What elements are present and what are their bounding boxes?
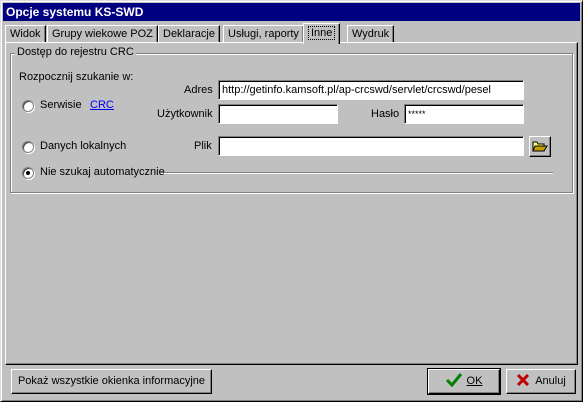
group-title: Dostęp do rejestru CRC [15, 46, 136, 58]
tab-label: Widok [10, 28, 41, 40]
tab-label: Deklaracje [163, 28, 215, 40]
file-label: Plik [194, 140, 212, 152]
browse-file-button[interactable] [529, 136, 551, 157]
address-label: Adres [184, 84, 213, 96]
user-label: Użytkownik [157, 108, 213, 120]
user-field[interactable] [218, 104, 338, 124]
folder-open-icon [532, 141, 548, 152]
checkmark-icon [445, 373, 462, 388]
show-all-info-windows-button[interactable]: Pokaż wszystkie okienka informacyjne [11, 369, 212, 394]
tab-widok[interactable]: Widok [5, 25, 46, 43]
separator [161, 172, 553, 174]
radio-no-auto-search[interactable] [22, 167, 34, 179]
tab-label: Usługi, raporty [228, 28, 299, 40]
tab-panel-inne: Dostęp do rejestru CRC Rozpocznij szukan… [5, 42, 578, 365]
password-label: Hasło [371, 108, 400, 120]
button-label: Anuluj [535, 375, 566, 387]
tab-label: Grupy wiekowe POZ [52, 28, 153, 40]
crc-access-group: Dostęp do rejestru CRC Rozpocznij szukan… [10, 46, 573, 193]
tab-label: Inne [308, 26, 336, 40]
button-label: OK [466, 375, 483, 387]
ok-button[interactable]: OK [427, 368, 501, 395]
tab-wydruk[interactable]: Wydruk [347, 25, 395, 43]
tab-inne[interactable]: Inne [303, 23, 341, 44]
radio-local-data-label[interactable]: Danych lokalnych [40, 140, 126, 152]
file-field[interactable] [218, 136, 524, 156]
password-field[interactable]: ***** [404, 104, 524, 124]
window-title: Opcje systemu KS-SWD [3, 3, 580, 21]
tab-grupy-wiekowe-poz[interactable]: Grupy wiekowe POZ [47, 25, 158, 43]
search-start-label: Rozpocznij szukanie w: [19, 71, 134, 83]
radio-service-label[interactable]: Serwisie [40, 99, 82, 111]
options-dialog: Opcje systemu KS-SWD Widok Grupy wiekowe… [0, 0, 583, 402]
radio-service[interactable] [22, 100, 34, 112]
tab-uslugi-raporty[interactable]: Usługi, raporty [223, 25, 304, 43]
tab-deklaracje[interactable]: Deklaracje [158, 25, 220, 43]
close-x-icon [517, 373, 530, 387]
crc-link[interactable]: CRC [90, 99, 114, 111]
button-label: Pokaż wszystkie okienka informacyjne [17, 375, 206, 387]
radio-no-auto-search-label[interactable]: Nie szukaj automatycznie [40, 166, 165, 178]
address-field[interactable]: http://getinfo.kamsoft.pl/ap-crcswd/serv… [218, 80, 524, 100]
tab-label: Wydruk [352, 28, 390, 40]
cancel-button[interactable]: Anuluj [506, 369, 576, 394]
radio-local-data[interactable] [22, 141, 34, 153]
